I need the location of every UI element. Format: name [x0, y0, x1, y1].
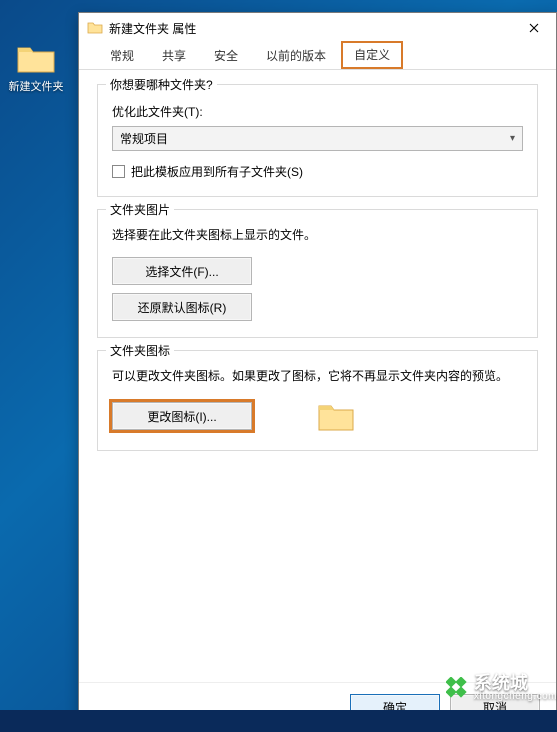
change-icon-button[interactable]: 更改图标(I)... — [112, 402, 252, 430]
group-folder-icon: 文件夹图标 可以更改文件夹图标。如果更改了图标，它将不再显示文件夹内容的预览。 … — [97, 350, 538, 451]
optimize-select[interactable]: 常规项目 ▾ — [112, 126, 523, 151]
desktop-background: 新建文件夹 新建文件夹 属性 常规 共享 安全 以前的版本 自定义 你想要哪种文… — [0, 0, 557, 732]
folder-icon — [16, 42, 56, 74]
apply-subfolders-row[interactable]: 把此模板应用到所有子文件夹(S) — [112, 163, 523, 180]
apply-subfolders-checkbox[interactable] — [112, 165, 125, 178]
apply-subfolders-label: 把此模板应用到所有子文件夹(S) — [131, 163, 303, 180]
group-folder-icon-legend: 文件夹图标 — [106, 342, 174, 359]
optimize-select-value: 常规项目 — [120, 130, 168, 147]
folder-preview-icon — [316, 398, 356, 434]
titlebar[interactable]: 新建文件夹 属性 — [79, 13, 556, 43]
tab-customize[interactable]: 自定义 — [341, 41, 403, 69]
tab-general[interactable]: 常规 — [97, 43, 147, 69]
tab-content: 你想要哪种文件夹? 优化此文件夹(T): 常规项目 ▾ 把此模板应用到所有子文件… — [79, 70, 556, 682]
choose-file-button[interactable]: 选择文件(F)... — [112, 257, 252, 285]
properties-dialog: 新建文件夹 属性 常规 共享 安全 以前的版本 自定义 你想要哪种文件夹? 优化… — [78, 12, 557, 732]
tab-previous-versions[interactable]: 以前的版本 — [253, 43, 339, 69]
folder-icon-desc: 可以更改文件夹图标。如果更改了图标，它将不再显示文件夹内容的预览。 — [112, 367, 523, 386]
group-folder-picture: 文件夹图片 选择要在此文件夹图标上显示的文件。 选择文件(F)... 还原默认图… — [97, 209, 538, 338]
desktop-folder-icon[interactable]: 新建文件夹 — [8, 42, 64, 94]
tab-security[interactable]: 安全 — [201, 43, 251, 69]
restore-default-button[interactable]: 还原默认图标(R) — [112, 293, 252, 321]
chevron-down-icon: ▾ — [510, 133, 515, 144]
group-folder-type-legend: 你想要哪种文件夹? — [106, 76, 217, 93]
optimize-label: 优化此文件夹(T): — [112, 103, 523, 120]
group-folder-picture-legend: 文件夹图片 — [106, 201, 174, 218]
close-button[interactable] — [512, 13, 556, 43]
tab-share[interactable]: 共享 — [149, 43, 199, 69]
tab-bar: 常规 共享 安全 以前的版本 自定义 — [79, 43, 556, 70]
group-folder-type: 你想要哪种文件夹? 优化此文件夹(T): 常规项目 ▾ 把此模板应用到所有子文件… — [97, 84, 538, 197]
close-icon — [529, 23, 539, 33]
folder-picture-desc: 选择要在此文件夹图标上显示的文件。 — [112, 226, 523, 245]
taskbar[interactable] — [0, 710, 557, 732]
desktop-folder-label: 新建文件夹 — [8, 78, 64, 94]
title-folder-icon — [87, 20, 103, 36]
dialog-title: 新建文件夹 属性 — [109, 20, 512, 37]
